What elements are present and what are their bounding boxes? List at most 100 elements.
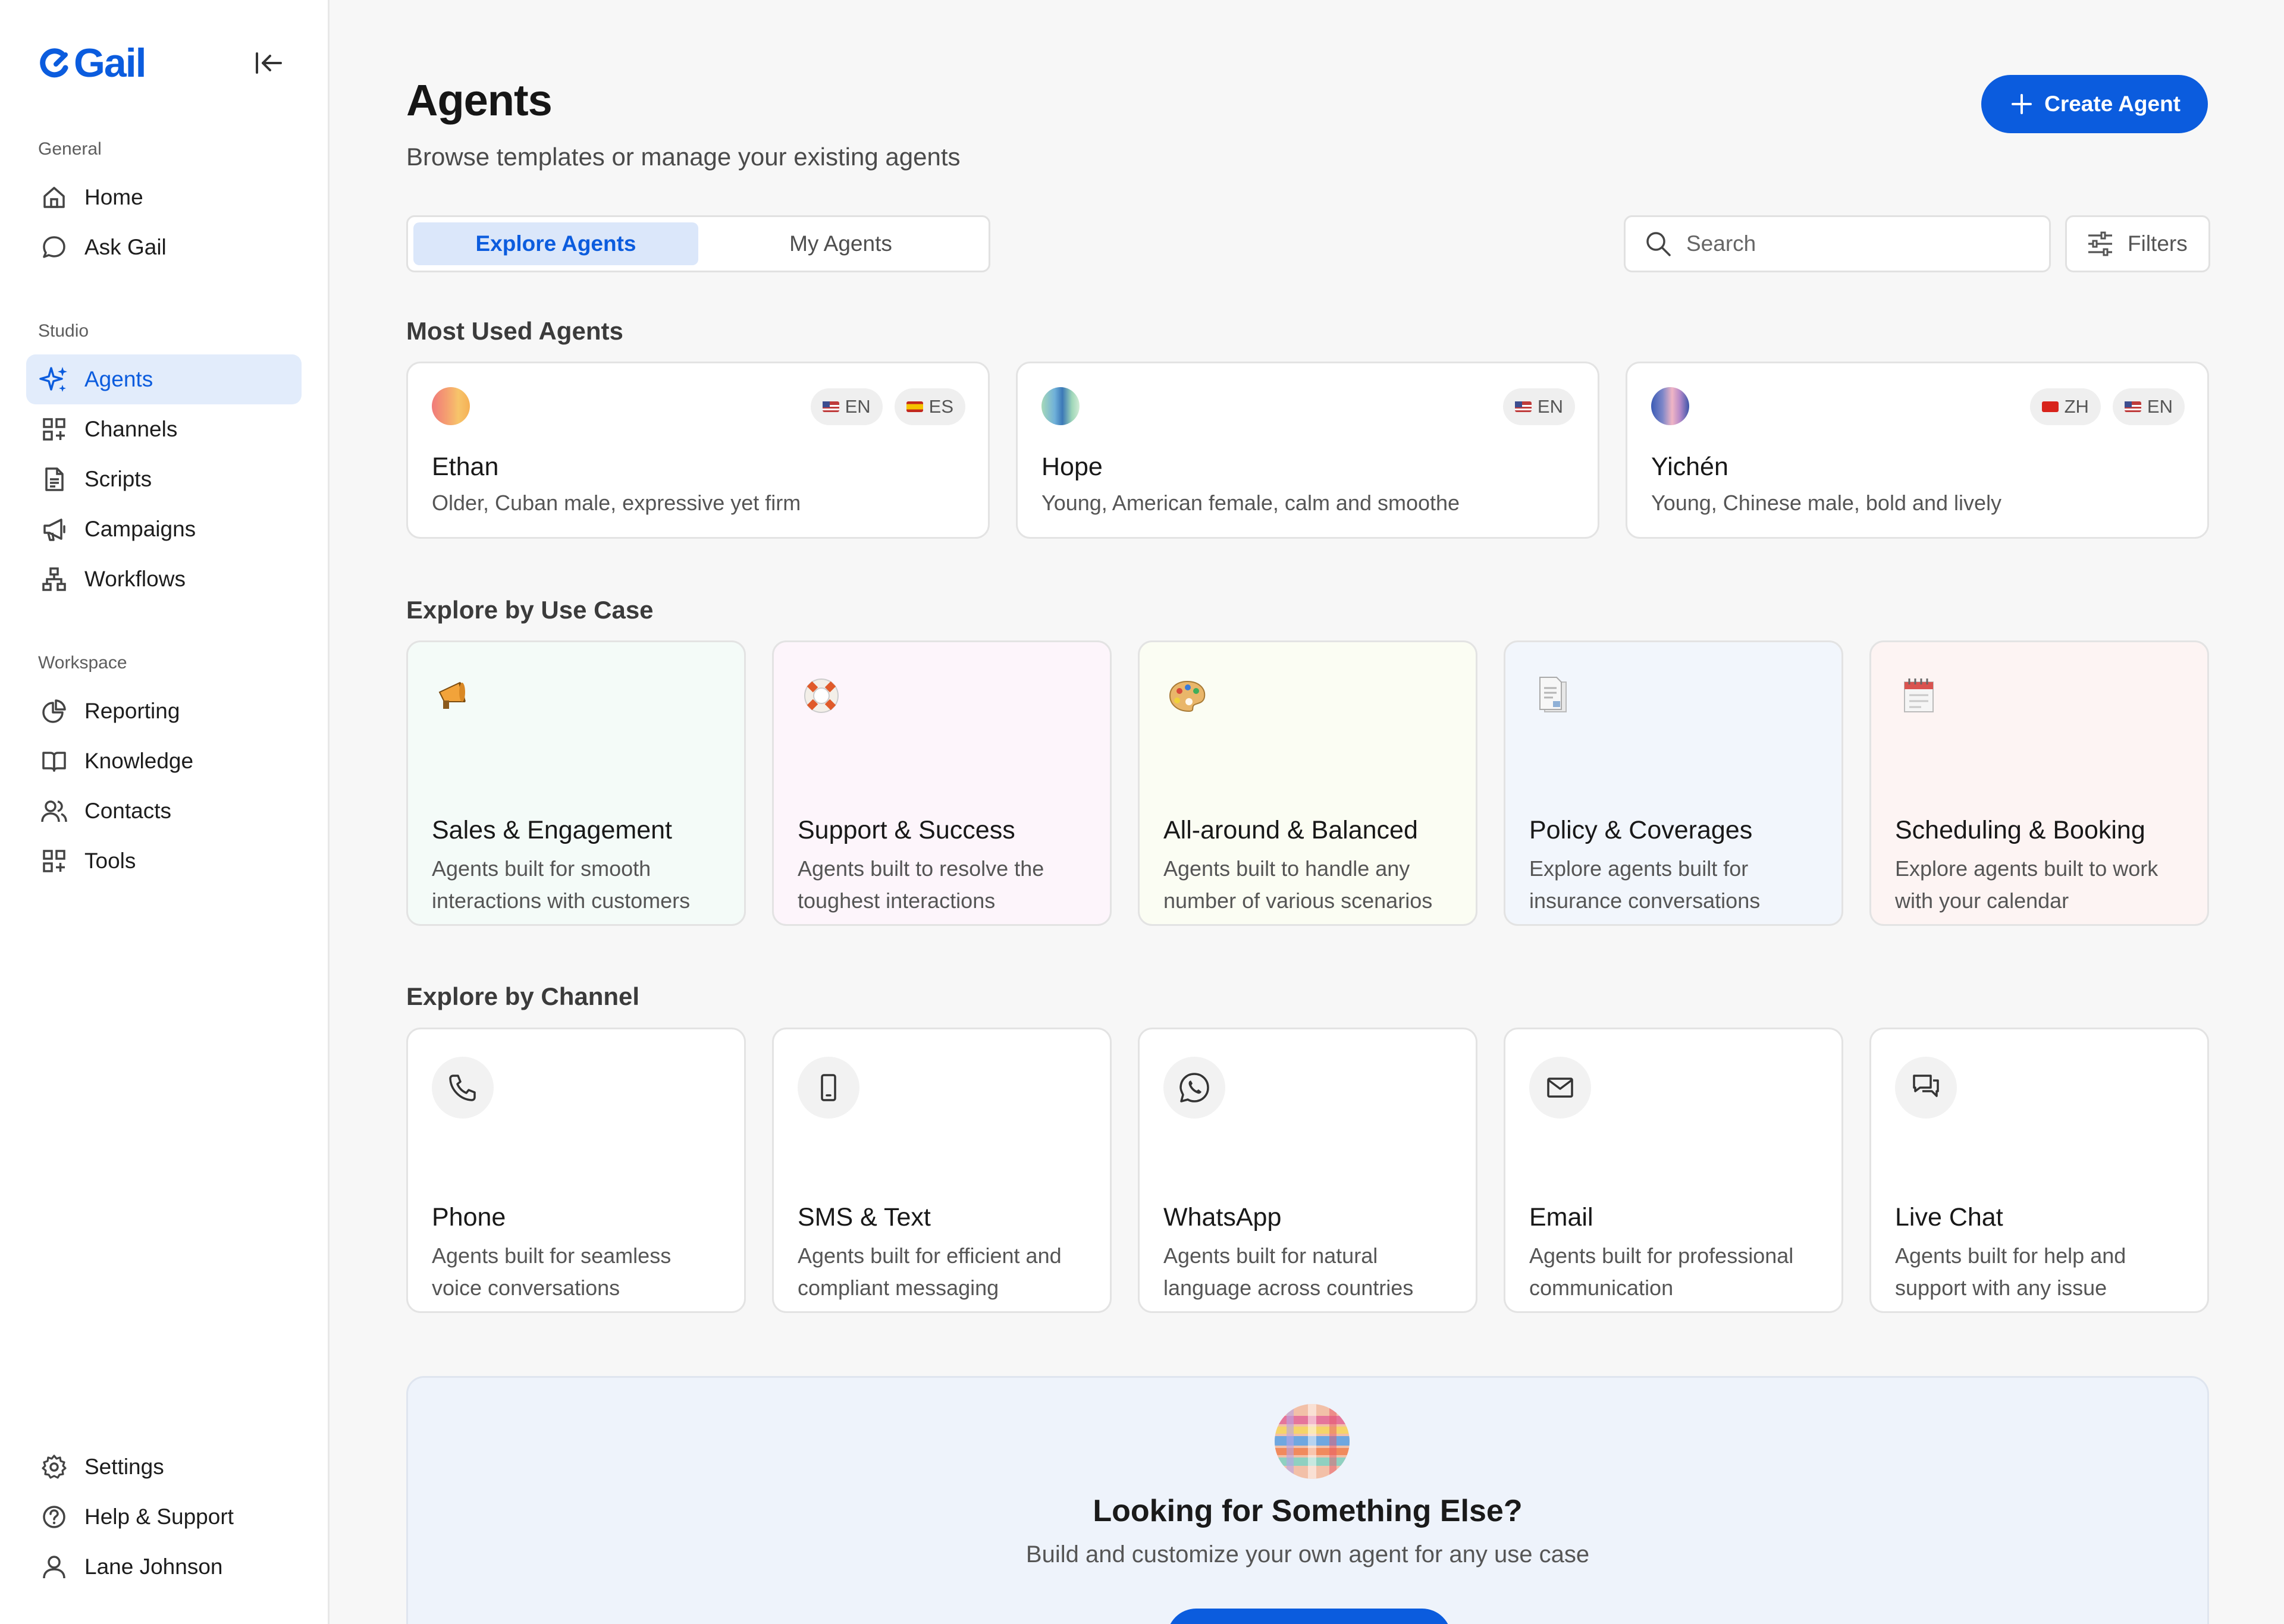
grid-plus-icon	[39, 414, 69, 444]
banner-subtitle: Build and customize your own agent for a…	[1025, 1541, 1590, 1568]
use-case-title: Sales & Engagement	[432, 816, 672, 844]
collapse-sidebar-button[interactable]	[248, 42, 290, 84]
sidebar-item-label: Settings	[84, 1455, 164, 1479]
tab-explore-agents[interactable]: Explore Agents	[413, 222, 698, 265]
collapse-left-icon	[256, 52, 282, 74]
language-badge: EN	[810, 388, 883, 425]
use-case-card-sales[interactable]: Sales & Engagement Agents built for smoo…	[406, 640, 746, 926]
use-case-cards: Sales & Engagement Agents built for smoo…	[406, 640, 2209, 926]
use-case-title: Scheduling & Booking	[1895, 816, 2145, 844]
channel-description: Agents built for professional communicat…	[1529, 1243, 1794, 1300]
sidebar-item-ask-gail[interactable]: Ask Gail	[26, 222, 302, 272]
agent-description: Older, Cuban male, expressive yet firm	[432, 491, 801, 515]
channel-card-email[interactable]: Email Agents built for professional comm…	[1504, 1028, 1843, 1313]
custom-agent-banner: Looking for Something Else? Build and cu…	[406, 1376, 2209, 1624]
sidebar: Gail General Home Ask Gail Studio Agents…	[0, 0, 330, 1624]
channel-card-sms[interactable]: SMS & Text Agents built for efficient an…	[772, 1028, 1112, 1313]
sidebar-item-tools[interactable]: Tools	[26, 836, 302, 886]
logo-text: Gail	[74, 40, 146, 86]
create-agent-button[interactable]: Create Agent	[1981, 75, 2208, 133]
sliders-icon	[2088, 231, 2112, 256]
use-case-card-scheduling[interactable]: Scheduling & Booking Explore agents buil…	[1869, 640, 2209, 926]
sidebar-item-contacts[interactable]: Contacts	[26, 786, 302, 836]
main-content: Agents Create Agent Browse templates or …	[330, 0, 2284, 1624]
use-case-description: Explore agents built to work with your c…	[1895, 856, 2158, 913]
sidebar-item-help-support[interactable]: Help & Support	[26, 1492, 302, 1542]
language-badges: ZH EN	[2029, 388, 2185, 425]
channel-title: Live Chat	[1895, 1203, 2003, 1232]
pie-chart-icon	[39, 696, 69, 726]
app-shell: Gail General Home Ask Gail Studio Agents…	[0, 0, 2284, 1624]
sidebar-item-agents[interactable]: Agents	[26, 354, 302, 404]
sidebar-item-campaigns[interactable]: Campaigns	[26, 504, 302, 554]
use-case-description: Agents built to resolve the toughest int…	[798, 856, 1044, 913]
agent-card-hope[interactable]: EN Hope Young, American female, calm and…	[1016, 362, 1599, 539]
create-agent-label: Create Agent	[2044, 92, 2181, 116]
spain-flag-icon	[906, 401, 923, 412]
sidebar-item-label: Workflows	[84, 567, 186, 591]
channel-card-phone[interactable]: Phone Agents built for seamless voice co…	[406, 1028, 746, 1313]
us-flag-icon	[822, 401, 839, 412]
sidebar-item-channels[interactable]: Channels	[26, 404, 302, 454]
sidebar-section-title: Studio	[38, 321, 89, 341]
section-title-most-used: Most Used Agents	[406, 317, 623, 345]
whatsapp-icon	[1163, 1057, 1225, 1119]
agent-name: Hope	[1041, 453, 1103, 481]
channel-card-live-chat[interactable]: Live Chat Agents built for help and supp…	[1869, 1028, 2209, 1313]
agent-avatar	[1041, 387, 1080, 425]
sparkle-icon	[39, 365, 69, 394]
channel-title: SMS & Text	[798, 1203, 931, 1232]
use-case-card-all-around[interactable]: All-around & Balanced Agents built to ha…	[1138, 640, 1477, 926]
chat-bubble-icon	[39, 233, 69, 262]
agent-description: Young, American female, calm and smoothe	[1041, 491, 1460, 515]
sidebar-item-user-profile[interactable]: Lane Johnson	[26, 1542, 302, 1592]
agent-description: Young, Chinese male, bold and lively	[1651, 491, 2002, 515]
logo[interactable]: Gail	[38, 40, 146, 86]
sidebar-item-label: Lane Johnson	[84, 1554, 223, 1579]
language-badge: EN	[1502, 388, 1575, 425]
sidebar-section-general: General Home Ask Gail	[26, 139, 302, 272]
channel-description: Agents built for efficient and compliant…	[798, 1243, 1062, 1300]
use-case-description: Explore agents built for insurance conve…	[1529, 856, 1761, 913]
channel-title: Email	[1529, 1203, 1593, 1232]
sidebar-section-title: General	[38, 139, 102, 159]
agent-card-ethan[interactable]: EN ES Ethan Older, Cuban male, expressiv…	[406, 362, 990, 539]
lifebuoy-icon	[798, 672, 845, 720]
sidebar-item-settings[interactable]: Settings	[26, 1442, 302, 1492]
banner-title: Looking for Something Else?	[1093, 1494, 1523, 1528]
mobile-icon	[798, 1057, 859, 1119]
most-used-agents: EN ES Ethan Older, Cuban male, expressiv…	[406, 362, 2209, 539]
filters-label: Filters	[2128, 231, 2188, 256]
use-case-card-policy[interactable]: Policy & Coverages Explore agents built …	[1504, 640, 1843, 926]
us-flag-icon	[1514, 401, 1532, 412]
chat-bubbles-icon	[1895, 1057, 1957, 1119]
sidebar-item-home[interactable]: Home	[26, 172, 302, 222]
megaphone-icon	[39, 514, 69, 544]
page-title: Agents	[406, 76, 553, 125]
use-case-card-support[interactable]: Support & Success Agents built to resolv…	[772, 640, 1112, 926]
banner-action-button[interactable]	[1167, 1609, 1451, 1624]
gear-icon	[39, 1452, 69, 1482]
sidebar-item-label: Home	[84, 185, 143, 209]
tab-my-agents[interactable]: My Agents	[698, 222, 983, 265]
sidebar-item-label: Help & Support	[84, 1504, 234, 1529]
agent-tabs: Explore Agents My Agents	[406, 215, 990, 272]
filters-button[interactable]: Filters	[2065, 215, 2210, 272]
channel-card-whatsapp[interactable]: WhatsApp Agents built for natural langua…	[1138, 1028, 1477, 1313]
channel-description: Agents built for help and support with a…	[1895, 1243, 2126, 1300]
home-icon	[39, 183, 69, 212]
gail-logo-icon	[38, 46, 71, 80]
agent-avatar	[432, 387, 470, 425]
book-icon	[39, 746, 69, 776]
user-icon	[39, 1552, 69, 1582]
sidebar-item-label: Campaigns	[84, 517, 196, 541]
sidebar-item-knowledge[interactable]: Knowledge	[26, 736, 302, 786]
sidebar-item-reporting[interactable]: Reporting	[26, 686, 302, 736]
sidebar-item-workflows[interactable]: Workflows	[26, 554, 302, 604]
sidebar-item-scripts[interactable]: Scripts	[26, 454, 302, 504]
search-input[interactable]: Search	[1624, 215, 2051, 272]
palette-icon	[1163, 672, 1211, 720]
sidebar-item-label: Knowledge	[84, 749, 194, 773]
sidebar-header: Gail	[26, 0, 302, 126]
agent-card-yichen[interactable]: ZH EN Yichén Young, Chinese male, bold a…	[1626, 362, 2209, 539]
